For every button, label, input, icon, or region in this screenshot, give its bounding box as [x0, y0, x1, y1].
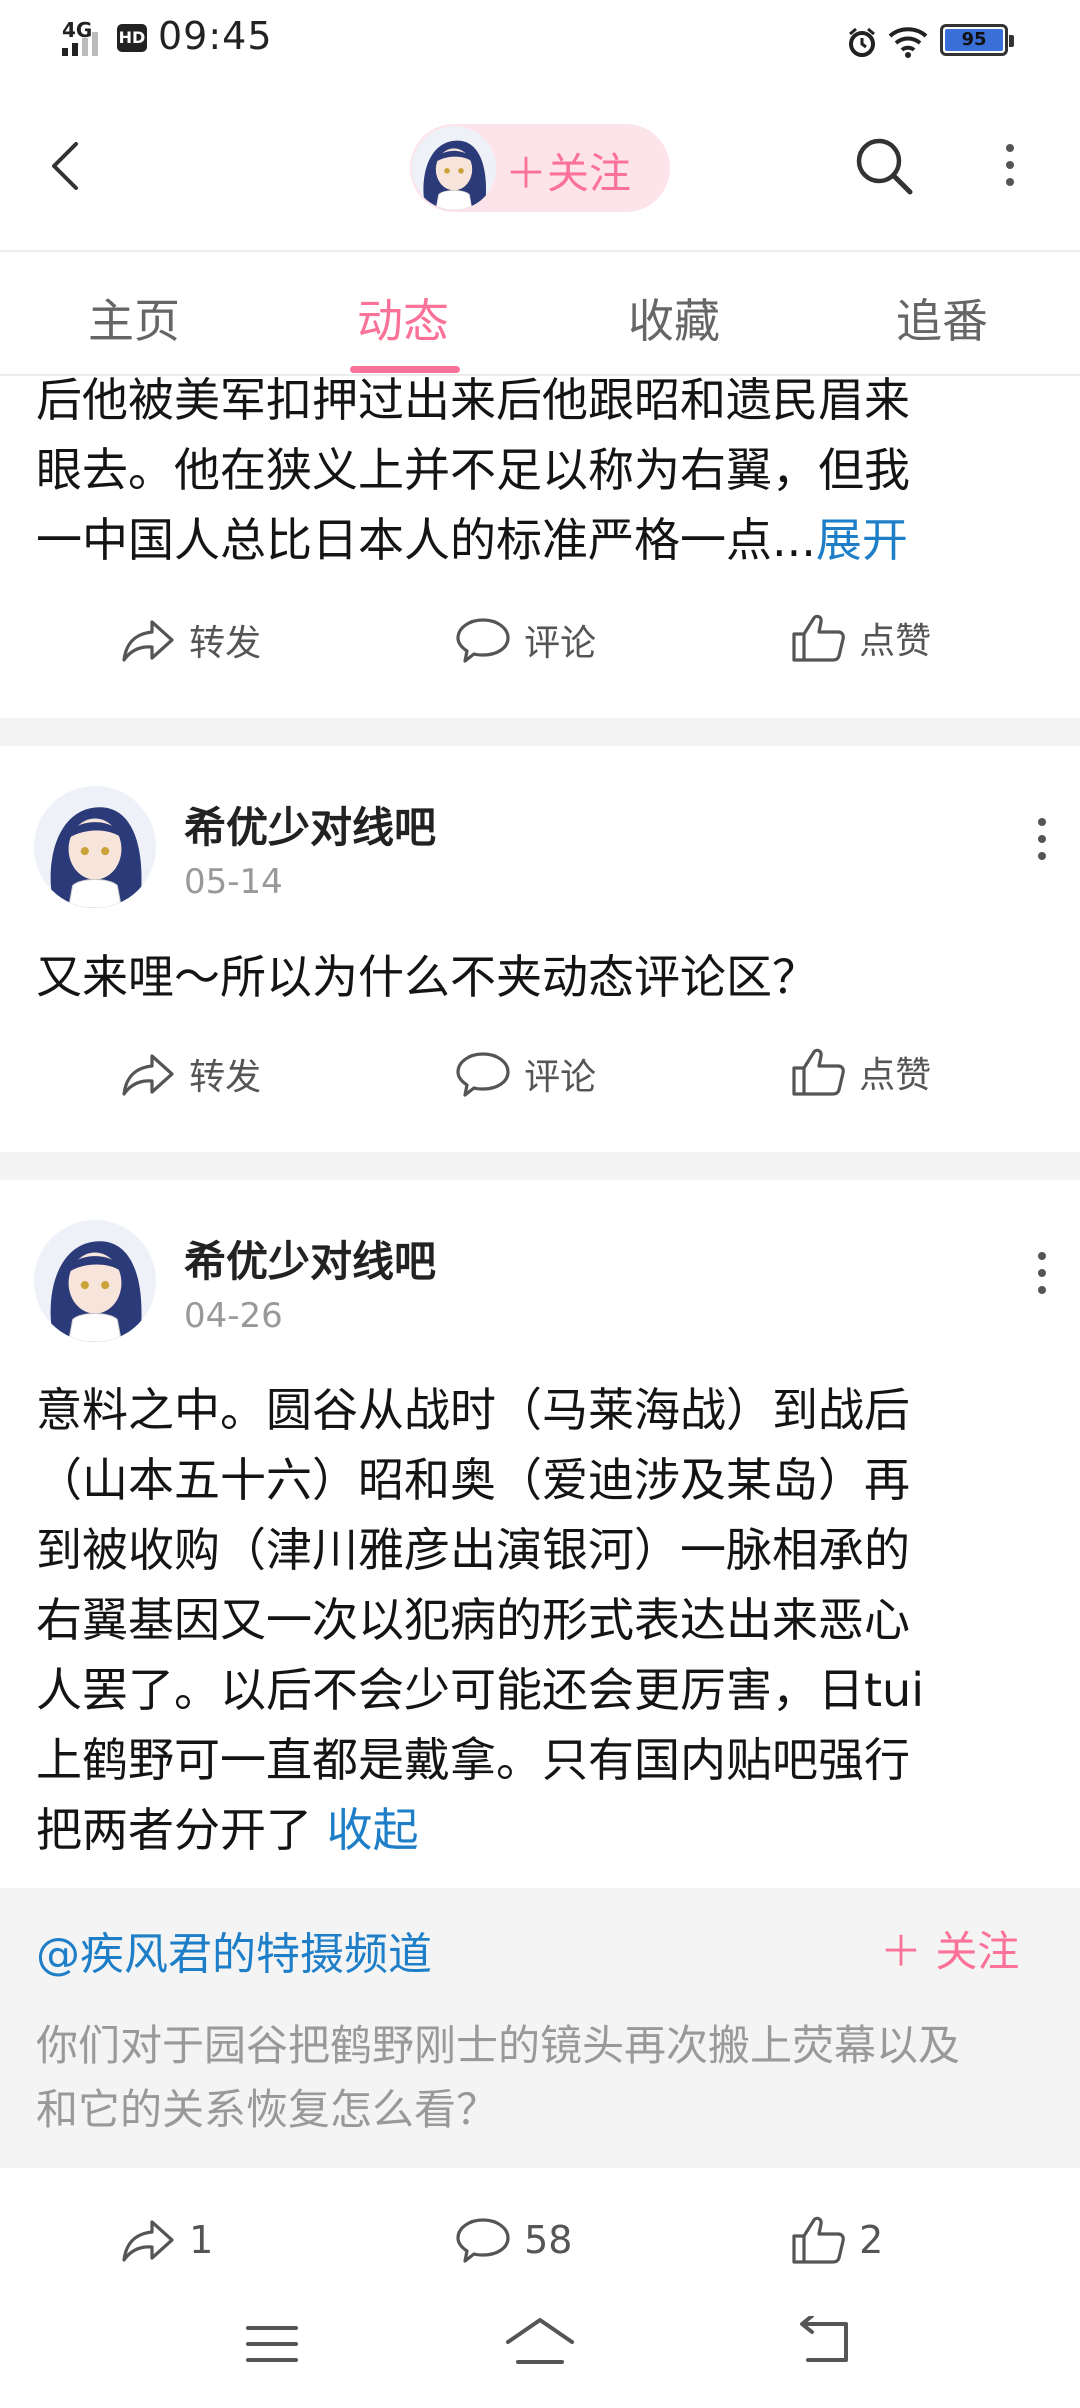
tab-dynamics[interactable]: 动态	[357, 285, 449, 351]
share-icon	[120, 1050, 176, 1098]
back-arrow-icon[interactable]	[44, 136, 84, 196]
like-button[interactable]: 2	[790, 2214, 883, 2266]
like-label: 点赞	[859, 621, 932, 662]
post-line: 把两者分开了 收起	[36, 1803, 419, 1857]
forward-button[interactable]: 转发	[120, 1048, 261, 1100]
like-button[interactable]: 点赞	[790, 612, 931, 664]
comment-label: 评论	[524, 623, 597, 664]
system-nav-bar	[0, 2298, 1080, 2408]
repost-text: 你们对于园谷把鹤野刚士的镜头再次搬上荧幕以及 和它的关系恢复怎么看？	[36, 2014, 1046, 2142]
thumbs-up-icon	[790, 2214, 846, 2266]
search-icon[interactable]	[852, 134, 916, 198]
avatar[interactable]	[412, 126, 496, 210]
alarm-icon	[849, 27, 875, 57]
forward-label: 转发	[189, 623, 262, 664]
post-line: （山本五十六）昭和奥（爱迪涉及某岛）再	[36, 1453, 910, 1507]
status-bar: 4G HD 09:45 95	[0, 0, 1080, 80]
username[interactable]: 希优少对线吧	[184, 794, 436, 855]
forward-label: 转发	[189, 1057, 262, 1098]
tab-bangumi[interactable]: 追番	[896, 285, 988, 351]
repost-line: 你们对于园谷把鹤野刚士的镜头再次搬上荧幕以及	[36, 2021, 961, 2070]
repost-line: 和它的关系恢复怎么看？	[36, 2085, 499, 2134]
like-count: 2	[859, 2218, 884, 2262]
comment-button[interactable]: 评论	[455, 1048, 596, 1100]
avatar[interactable]	[34, 786, 156, 908]
header-divider	[0, 250, 1080, 252]
post-line: 到被收购（津川雅彦出演银河）一脉相承的	[36, 1523, 910, 1577]
username[interactable]: 希优少对线吧	[184, 1228, 436, 1289]
repost-username[interactable]: @疾风君的特摄频道	[36, 1918, 432, 1982]
tab-favorites[interactable]: 收藏	[628, 285, 720, 351]
post-line: 一中国人总比日本人的标准严格一点...展开	[36, 513, 908, 567]
post-date: 04-26	[184, 1296, 283, 1336]
collapse-link[interactable]: 收起	[327, 1803, 419, 1857]
comment-button[interactable]: 评论	[455, 614, 596, 666]
back-icon[interactable]	[794, 2316, 854, 2368]
comment-icon	[455, 2216, 511, 2264]
post-line: 眼去。他在狭义上并不足以称为右翼，但我	[36, 443, 910, 497]
share-icon	[120, 616, 176, 664]
post-date: 05-14	[184, 862, 283, 902]
status-time: 09:45	[158, 14, 273, 58]
expand-link[interactable]: 展开	[816, 513, 908, 567]
comment-button[interactable]: 58	[455, 2216, 572, 2264]
post-text: 又来哩～所以为什么不夹动态评论区？	[36, 950, 818, 1004]
more-options-icon[interactable]	[1006, 144, 1014, 186]
forward-button[interactable]: 1	[120, 2216, 213, 2264]
post-line: 后他被美军扣押过出来后他跟昭和遗民眉来	[36, 373, 910, 427]
thumbs-up-icon	[790, 612, 846, 664]
like-button[interactable]: 点赞	[790, 1046, 931, 1098]
repost-follow-button[interactable]: ＋ 关注	[880, 1918, 1019, 1979]
comment-icon	[455, 1050, 511, 1098]
battery-level: 95	[961, 29, 987, 50]
avatar[interactable]	[34, 1220, 156, 1342]
comment-label: 评论	[524, 1057, 597, 1098]
tab-home[interactable]: 主页	[88, 285, 180, 351]
post-text: 后他被美军扣押过出来后他跟昭和遗民眉来 眼去。他在狭义上并不足以称为右翼，但我 …	[36, 365, 1056, 575]
post-separator	[0, 718, 1080, 746]
post-separator	[0, 1152, 1080, 1180]
like-label: 点赞	[859, 1055, 932, 1096]
post-line: 意料之中。圆谷从战时（马莱海战）到战后	[36, 1383, 910, 1437]
post-line: 上鹤野可一直都是戴拿。只有国内贴吧强行	[36, 1733, 910, 1787]
hd-badge: HD	[117, 24, 147, 52]
post-more-icon[interactable]	[1038, 818, 1046, 860]
post-line: 右翼基因又一次以犯病的形式表达出来恶心	[36, 1593, 910, 1647]
post-line: 人罢了。以后不会少可能还会更厉害，日tui	[36, 1663, 924, 1717]
share-icon	[120, 2216, 176, 2264]
post-more-icon[interactable]	[1038, 1252, 1046, 1294]
header-follow-label[interactable]: ＋关注	[505, 140, 631, 201]
post-text: 意料之中。圆谷从战时（马莱海战）到战后 （山本五十六）昭和奥（爱迪涉及某岛）再 …	[36, 1375, 1066, 1865]
thumbs-up-icon	[790, 1046, 846, 1098]
forward-count: 1	[189, 2218, 214, 2262]
forward-button[interactable]: 转发	[120, 614, 261, 666]
comment-count: 58	[524, 2218, 573, 2262]
menu-icon[interactable]	[244, 2320, 300, 2368]
signal-icon	[62, 32, 98, 56]
home-icon[interactable]	[504, 2316, 576, 2368]
wifi-icon	[888, 27, 928, 58]
battery-icon: 95	[940, 24, 1014, 56]
comment-icon	[455, 616, 511, 664]
